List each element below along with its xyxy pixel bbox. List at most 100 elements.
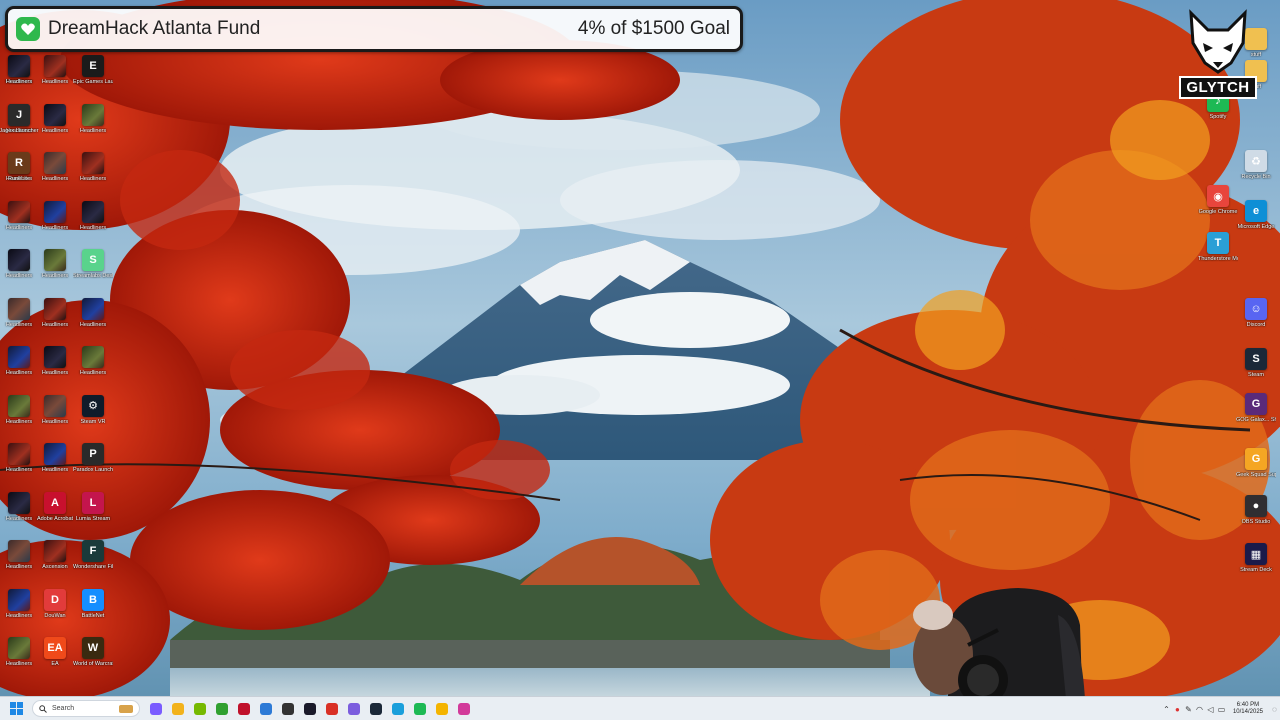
desktop-shortcut[interactable]: Headliners <box>74 346 112 396</box>
epic-games-icon: E <box>82 55 104 77</box>
paradox-icon: P <box>82 443 104 465</box>
taskbar-app-edge[interactable] <box>388 699 408 719</box>
desktop-shortcut-label: Headliners <box>5 564 33 570</box>
game-thumbnail-icon <box>8 346 30 368</box>
taskbar-app-xbox[interactable] <box>212 699 232 719</box>
taskbar-app-chrome-dev[interactable] <box>322 699 342 719</box>
game-thumbnail-icon <box>8 491 30 514</box>
taskbar-app-calculator[interactable] <box>256 699 276 719</box>
start-button[interactable] <box>4 697 28 720</box>
desktop-shortcut-label: Headliners <box>79 370 107 376</box>
taskbar-app-app-media[interactable] <box>300 699 320 719</box>
desktop-shortcut[interactable]: Headliners <box>36 55 74 105</box>
desktop-shortcut[interactable]: Headliners <box>36 200 74 251</box>
wifi-icon[interactable]: ◠ <box>1194 705 1205 714</box>
donation-goal-text: 4% of $1500 Goal <box>577 18 730 39</box>
desktop-shortcut[interactable]: ◉ Google Chrome <box>1199 185 1237 235</box>
microphone-icon[interactable]: ● <box>1172 705 1183 714</box>
desktop-shortcut[interactable]: Headliners <box>36 394 74 445</box>
desktop-shortcut[interactable]: Headliners <box>74 103 112 154</box>
desktop-shortcut[interactable]: ▦ Stream Deck <box>1237 543 1275 593</box>
taskbar-app-file-explorer[interactable] <box>168 699 188 719</box>
desktop-shortcut[interactable]: J Jagex Launcher <box>0 103 39 154</box>
desktop-shortcut[interactable]: Headliners <box>0 249 38 299</box>
desktop-shortcut[interactable]: e Microsoft Edge <box>1237 200 1275 250</box>
desktop-shortcut-label: Headliners <box>79 321 107 328</box>
desktop-shortcut-label: Headliners <box>41 273 69 279</box>
notification-bell-icon[interactable]: ◌ <box>1269 705 1280 714</box>
desktop-shortcut-label: OBS Studio <box>1241 519 1271 525</box>
search-highlight-icon <box>119 704 133 713</box>
jagex-icon: J <box>8 103 30 126</box>
desktop-shortcut[interactable]: Headliners <box>0 346 38 396</box>
taskbar-app-chrome[interactable] <box>432 699 452 719</box>
lumia-icon: L <box>82 491 104 514</box>
desktop-shortcut[interactable]: R RuneLite <box>0 152 38 202</box>
file-explorer-icon <box>172 702 184 715</box>
desktop-shortcut[interactable]: A Adobe Acrobat <box>36 491 74 542</box>
desktop-shortcut[interactable]: L Lumia Stream <box>74 491 112 542</box>
desktop-shortcut[interactable]: Headliners <box>0 637 38 687</box>
desktop-shortcut[interactable]: E Epic Games Launcher <box>73 55 113 105</box>
desktop-shortcut[interactable]: G GOG Galax... Shortcut <box>1236 393 1276 443</box>
desktop-shortcut[interactable]: S Streamlabs Desktop <box>73 249 113 299</box>
game-thumbnail-icon <box>44 443 66 465</box>
desktop-shortcut[interactable]: F Wondershare Filmora <box>73 540 113 590</box>
wow-icon: W <box>82 637 104 659</box>
pen-icon[interactable]: ✎ <box>1183 705 1194 714</box>
speaker-icon[interactable]: ◁ <box>1205 705 1216 714</box>
desktop-shortcut[interactable]: G Geek Squad Support.exe <box>1236 448 1276 498</box>
desktop-shortcut[interactable]: B BattleNet <box>74 588 112 639</box>
terminal-icon <box>282 702 294 715</box>
desktop-shortcut[interactable]: ♻ Recycle Bin <box>1237 150 1275 200</box>
desktop-shortcut[interactable]: Headliners <box>36 152 74 202</box>
desktop-shortcut[interactable]: Headliners <box>74 152 112 202</box>
desktop-shortcut[interactable]: ☺ Discord <box>1237 298 1275 348</box>
desktop-shortcut[interactable]: Headliners <box>74 297 112 348</box>
desktop-shortcut[interactable]: Ascension <box>36 540 74 590</box>
desktop-shortcut-label: Headliners <box>5 273 33 279</box>
desktop-shortcut[interactable]: Headliners <box>0 491 38 542</box>
taskbar-clock[interactable]: 6:40 PM 10/14/2025 <box>1233 702 1263 716</box>
desktop-shortcut[interactable]: S Steam <box>1237 348 1275 398</box>
desktop-shortcut[interactable]: Headliners <box>0 540 38 590</box>
desktop-shortcut[interactable]: Headliners <box>36 297 74 348</box>
game-thumbnail-icon <box>44 297 66 320</box>
taskbar-search[interactable]: Search <box>32 700 140 717</box>
recycle-bin-icon: ♻ <box>1245 150 1267 172</box>
desktop-shortcut[interactable]: D DouWan <box>36 588 74 639</box>
desktop-shortcut-label: Headliners <box>5 661 33 667</box>
battery-icon[interactable]: ▭ <box>1216 705 1227 714</box>
desktop-shortcut[interactable]: Headliners <box>0 588 38 639</box>
taskbar-app-terminal[interactable] <box>278 699 298 719</box>
desktop-shortcut[interactable]: Headliners <box>0 200 38 251</box>
desktop-shortcut[interactable]: Headliners <box>0 297 38 348</box>
taskbar-app-nvidia[interactable] <box>190 699 210 719</box>
desktop-shortcut[interactable]: Headliners <box>0 394 38 445</box>
taskbar-app-copilot[interactable] <box>146 699 166 719</box>
desktop-shortcut[interactable]: P Paradox Launcher <box>73 443 113 493</box>
taskbar-app-app-purple[interactable] <box>344 699 364 719</box>
desktop-shortcut[interactable]: Headliners <box>0 55 38 105</box>
desktop-shortcut-label: Recycle Bin <box>1241 174 1271 180</box>
taskbar-app-spotify[interactable] <box>410 699 430 719</box>
taskbar-app-steam[interactable] <box>366 699 386 719</box>
desktop-shortcut[interactable]: EA EA <box>36 637 74 687</box>
desktop-shortcut[interactable]: Headliners <box>36 443 74 493</box>
game-thumbnail-icon <box>8 200 30 223</box>
desktop-shortcut[interactable]: ● OBS Studio <box>1237 495 1275 545</box>
desktop-shortcut[interactable]: ⚙ Steam VR <box>74 394 112 445</box>
desktop-shortcut[interactable]: T Thunderstore Mod Mana... <box>1198 232 1238 282</box>
chevron-up-icon[interactable]: ⌃ <box>1161 705 1172 714</box>
desktop-shortcut[interactable]: Headliners <box>36 346 74 396</box>
desktop-shortcut[interactable]: W World of Warcraft <box>73 637 113 687</box>
desktop-shortcut[interactable]: Headliners <box>0 443 38 493</box>
game-thumbnail-icon <box>8 443 30 465</box>
desktop-shortcut-label: Headliners <box>41 224 69 231</box>
desktop-shortcut[interactable]: Headliners <box>36 103 74 154</box>
taskbar-app-app-pink[interactable] <box>454 699 474 719</box>
taskbar-app-adobe[interactable] <box>234 699 254 719</box>
desktop-shortcut[interactable]: Headliners <box>74 200 112 251</box>
donation-goal-widget: DreamHack Atlanta Fund 4% of $1500 Goal <box>5 6 743 52</box>
desktop-shortcut[interactable]: Headliners <box>36 249 74 299</box>
